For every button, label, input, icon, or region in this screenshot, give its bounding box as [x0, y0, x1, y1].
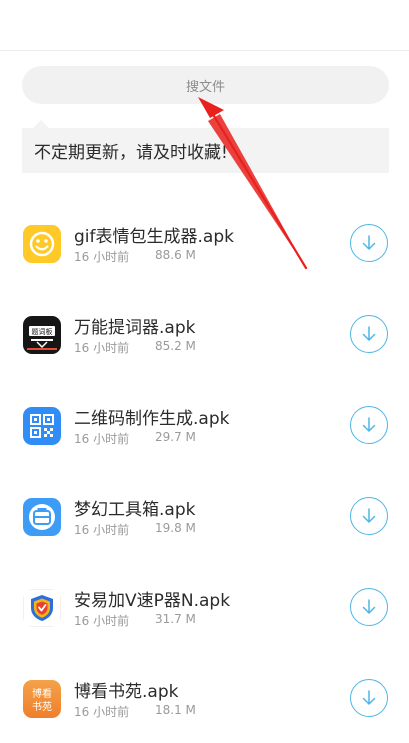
download-button[interactable]: [350, 588, 388, 626]
file-time: 16 小时前: [74, 250, 130, 264]
list-item[interactable]: 安易加V速P器N.apk 16 小时前 31.7 M: [0, 561, 409, 652]
download-button[interactable]: [350, 679, 388, 717]
download-button[interactable]: [350, 224, 388, 262]
file-name: 安易加V速P器N.apk: [74, 591, 231, 611]
file-list: gif表情包生成器.apk 16 小时前 88.6 M 题词板 万能提词器.ap…: [0, 197, 409, 743]
list-item[interactable]: 题词板 万能提词器.apk 16 小时前 85.2 M: [0, 288, 409, 379]
download-arrow-icon: [362, 417, 376, 432]
download-arrow-icon: [362, 235, 376, 250]
file-name: 万能提词器.apk: [74, 318, 196, 338]
file-time: 16 小时前: [74, 432, 130, 446]
download-arrow-icon: [362, 508, 376, 523]
download-arrow-icon: [362, 599, 376, 614]
file-size: 31.7 M: [155, 612, 196, 626]
download-button[interactable]: [350, 406, 388, 444]
file-time: 16 小时前: [74, 614, 130, 628]
file-name: 梦幻工具箱.apk: [74, 500, 196, 520]
download-button[interactable]: [350, 315, 388, 353]
toolbox-icon: [23, 498, 61, 536]
file-size: 19.8 M: [155, 521, 196, 535]
shield-icon: [23, 589, 61, 627]
teleprompter-icon-label: 题词板: [32, 327, 53, 336]
bookstore-icon: 博看 书苑: [23, 680, 61, 718]
file-name: 博看书苑.apk: [74, 682, 179, 702]
qr-code-icon: [23, 407, 61, 445]
list-item[interactable]: 梦幻工具箱.apk 16 小时前 19.8 M: [0, 470, 409, 561]
download-arrow-icon: [362, 690, 376, 705]
download-arrow-icon: [362, 326, 376, 341]
list-item[interactable]: 二维码制作生成.apk 16 小时前 29.7 M: [0, 379, 409, 470]
download-button[interactable]: [350, 497, 388, 535]
list-item[interactable]: gif表情包生成器.apk 16 小时前 88.6 M: [0, 197, 409, 288]
file-size: 18.1 M: [155, 703, 196, 717]
file-size: 85.2 M: [155, 339, 196, 353]
search-placeholder: 搜文件: [185, 79, 225, 95]
bookstore-icon-label-bottom: 书苑: [32, 700, 52, 713]
notice-text: 不定期更新，请及时收藏!: [34, 143, 228, 163]
search-bar[interactable]: 搜文件: [22, 66, 389, 104]
file-name: 二维码制作生成.apk: [74, 409, 230, 429]
file-size: 88.6 M: [155, 248, 196, 262]
header-divider: [0, 50, 409, 51]
notice-banner: 不定期更新，请及时收藏!: [22, 128, 389, 173]
list-item[interactable]: 博看 书苑 博看书苑.apk 16 小时前 18.1 M: [0, 652, 409, 743]
file-size: 29.7 M: [155, 430, 196, 444]
file-time: 16 小时前: [74, 341, 130, 355]
notice-pointer: [33, 120, 49, 128]
teleprompter-icon: 题词板: [23, 316, 61, 354]
file-time: 16 小时前: [74, 523, 130, 537]
file-name: gif表情包生成器.apk: [74, 227, 234, 247]
bookstore-icon-label-top: 博看: [32, 687, 52, 700]
smiley-face-icon: [23, 225, 61, 263]
file-time: 16 小时前: [74, 705, 130, 719]
